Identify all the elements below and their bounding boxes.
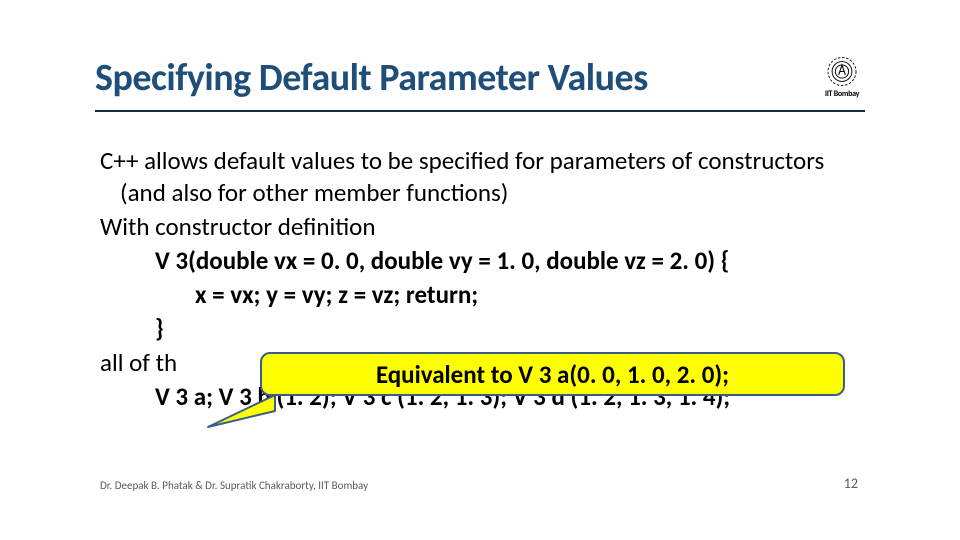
logo-caption: IIT Bombay — [825, 89, 859, 99]
title-wrap: Specifying Default Parameter Values — [95, 55, 865, 101]
slide: Specifying Default Parameter Values IIT … — [0, 0, 960, 540]
code-line-1: V 3(double vx = 0. 0, double vy = 1. 0, … — [100, 245, 860, 277]
callout-box: Equivalent to V 3 a(0. 0, 1. 0, 2. 0); — [260, 352, 845, 396]
callout-text: Equivalent to V 3 a(0. 0, 1. 0, 2. 0); — [376, 359, 729, 390]
code-line-3: } — [100, 313, 860, 345]
gear-emblem-icon — [822, 55, 862, 88]
iit-bombay-logo: IIT Bombay — [820, 55, 864, 99]
page-number: 12 — [844, 475, 858, 492]
callout-tail-icon — [200, 393, 280, 433]
body-line-1: C++ allows default values to be specifie… — [100, 145, 860, 209]
code-line-2: x = vx; y = vy; z = vz; return; — [100, 279, 860, 311]
footer-authors: Dr. Deepak B. Phatak & Dr. Supratik Chak… — [100, 479, 368, 492]
title-underline — [95, 110, 865, 112]
slide-title: Specifying Default Parameter Values — [95, 55, 865, 101]
body-line-2: With constructor definition — [100, 211, 860, 243]
